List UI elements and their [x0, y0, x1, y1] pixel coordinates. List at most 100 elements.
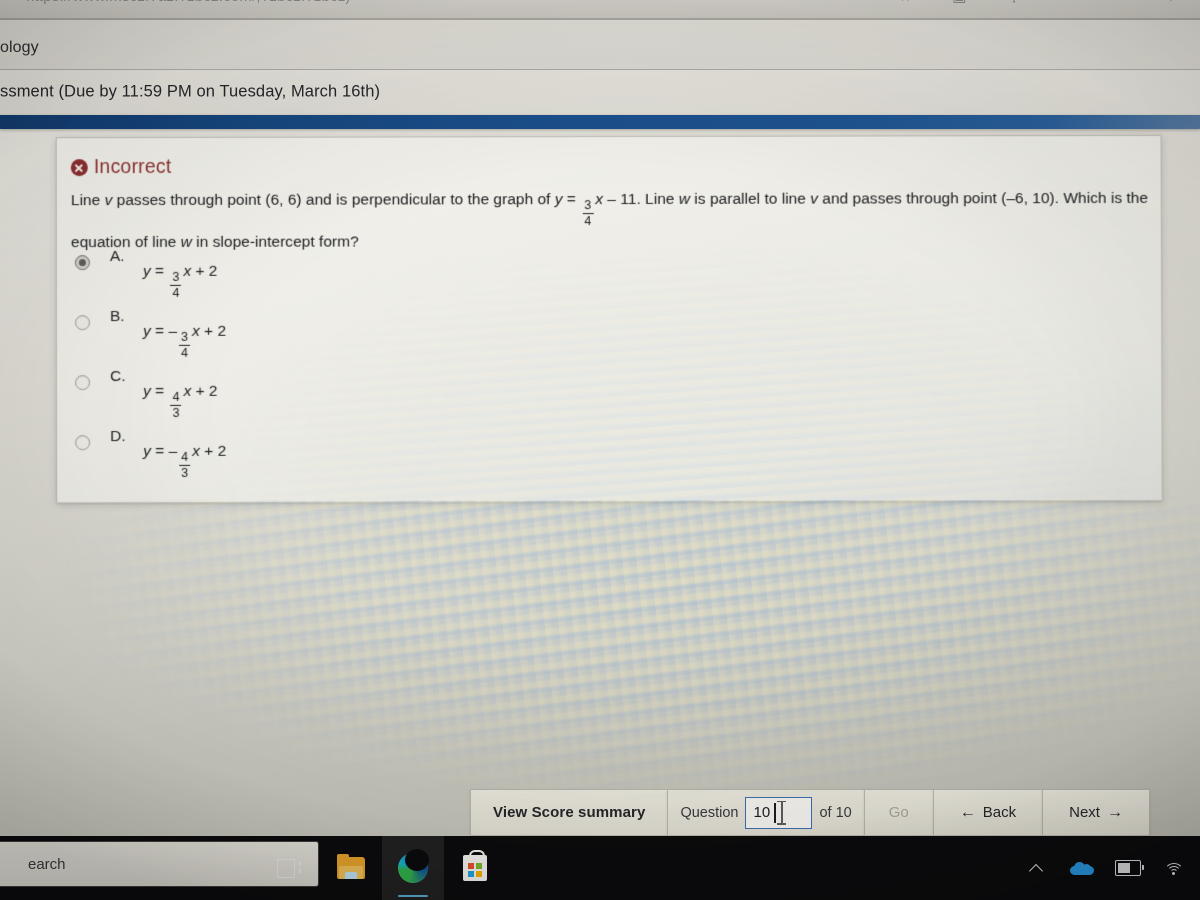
choice-equation-b: y = –3 4 x + 2 — [143, 322, 227, 360]
taskbar-item-task-view[interactable] — [258, 836, 320, 900]
go-button[interactable]: Go — [863, 789, 933, 836]
radio-button-c[interactable] — [75, 375, 91, 391]
status-label: Incorrect — [93, 155, 172, 179]
fraction-denominator: 4 — [582, 212, 594, 228]
radio-button-d[interactable] — [75, 435, 91, 451]
variable-y: y — [554, 191, 563, 209]
question-navigation-toolbar: View Score summary Question 10 of 10 Go … — [470, 789, 1150, 836]
choice-d-tail: + 2 — [199, 442, 227, 460]
choice-d-y: y — [143, 442, 151, 461]
prompt-seg-4: is parallel to line — [690, 190, 811, 208]
answer-choice-d[interactable]: D. y = –4 3 x + 2 — [71, 425, 671, 486]
choice-letter-a: A. — [109, 248, 125, 266]
question-label: Question — [680, 804, 739, 821]
radio-button-b[interactable] — [74, 315, 91, 331]
cloud-icon — [1070, 861, 1094, 875]
choice-d-sign: – — [168, 442, 178, 460]
prompt-seg-3: – 11. Line — [603, 190, 679, 209]
tray-network[interactable] — [1154, 836, 1194, 900]
choice-c-fraction: 43 — [170, 390, 182, 420]
assignment-title: ssment (Due by 11:59 PM on Tuesday, Marc… — [0, 82, 381, 101]
prompt-equals: = — [562, 191, 581, 209]
choice-equation-c: y = 43x + 2 — [143, 382, 218, 420]
choice-b-equals: = — [150, 322, 169, 340]
arrow-right-icon: → — [1106, 803, 1123, 821]
choice-a-fraction: 34 — [170, 270, 182, 300]
task-view-icon — [277, 858, 301, 878]
next-button[interactable]: Next → — [1042, 789, 1150, 836]
fraction-three-fourths: 34 — [582, 198, 594, 228]
browser-toolbar-icons[interactable]: ★ ▣ ⋮ ▭ ▭ ▸ — [899, 0, 1196, 5]
choice-b-denominator: 4 — [179, 344, 191, 360]
prompt-seg-2: passes through point (6, 6) and is perpe… — [112, 191, 555, 210]
question-picker-group: Question 10 of 10 — [667, 789, 864, 836]
choice-letter-b: B. — [109, 308, 125, 326]
variable-v-1: v — [104, 192, 113, 210]
fraction-numerator: 3 — [584, 198, 592, 213]
choice-d-denominator: 3 — [179, 464, 191, 480]
back-button-label: Back — [982, 804, 1017, 821]
choice-b-x: x — [192, 322, 200, 340]
battery-icon — [1115, 860, 1145, 876]
choice-b-fraction: 34 — [179, 330, 191, 360]
tabstrip-divider — [0, 18, 1200, 20]
tray-show-hidden-icons[interactable] — [1016, 836, 1056, 900]
browser-address-bar[interactable]: https://www.mscz.?az.?zbcz.com/,?zbcz.?z… — [0, 0, 1200, 20]
microsoft-store-icon — [463, 850, 487, 881]
status-badge: Incorrect — [70, 155, 172, 179]
choice-c-y: y — [143, 382, 151, 400]
choice-c-x: x — [183, 382, 192, 400]
address-bar-url[interactable]: https://www.mscz.?az.?zbcz.com/,?zbcz.?z… — [26, 0, 351, 5]
choice-c-denominator: 3 — [170, 404, 182, 420]
question-number-input[interactable]: 10 — [745, 796, 813, 829]
question-number-value: 10 — [753, 804, 771, 821]
answer-choice-a[interactable]: A. y = 34x + 2 — [71, 245, 671, 306]
question-card: Incorrect Line v passes through point (6… — [55, 134, 1163, 504]
next-button-label: Next — [1069, 804, 1100, 821]
error-circle-x-icon — [70, 159, 88, 177]
edge-browser-icon — [398, 849, 429, 883]
tray-battery[interactable] — [1108, 836, 1148, 900]
choice-d-numerator: 4 — [181, 450, 189, 465]
choice-b-numerator: 3 — [181, 330, 189, 345]
answer-choice-list: A. y = 34x + 2 B. y = –3 4 x + 2 C. y = 43… — [71, 245, 671, 486]
page-header-band: ology — [0, 20, 1200, 70]
blue-accent-bar — [0, 115, 1200, 129]
arrow-left-icon: ← — [959, 803, 976, 821]
chevron-up-icon — [1029, 861, 1043, 875]
answer-choice-b[interactable]: B. y = –3 4 x + 2 — [71, 305, 671, 366]
answer-choice-c[interactable]: C. y = 43x + 2 — [71, 365, 671, 426]
choice-d-x: x — [192, 442, 200, 460]
taskbar-item-microsoft-store[interactable] — [444, 836, 506, 900]
system-tray — [1016, 836, 1194, 900]
choice-c-numerator: 4 — [172, 390, 180, 405]
choice-a-equals: = — [150, 262, 169, 280]
choice-a-tail: + 2 — [191, 262, 218, 280]
taskbar-item-file-explorer[interactable] — [320, 836, 382, 900]
choice-a-y: y — [142, 262, 151, 280]
text-caret — [774, 802, 777, 823]
back-button[interactable]: ← Back — [932, 789, 1043, 836]
wifi-icon — [1164, 860, 1184, 876]
choice-b-tail: + 2 — [199, 322, 227, 340]
taskbar-app-icons — [258, 836, 506, 900]
choice-letter-d: D. — [110, 428, 126, 446]
choice-equation-d: y = –4 3 x + 2 — [143, 442, 227, 480]
question-total-label: of 10 — [819, 804, 852, 821]
variable-w-1: w — [678, 190, 691, 208]
taskbar-item-microsoft-edge[interactable] — [382, 836, 444, 900]
tray-onedrive[interactable] — [1062, 836, 1102, 900]
radio-button-a[interactable] — [74, 255, 90, 271]
assignment-header-band: ssment (Due by 11:59 PM on Tuesday, Marc… — [0, 70, 1200, 115]
view-score-summary-button[interactable]: View Score summary — [470, 789, 668, 836]
choice-d-equals: = — [150, 442, 169, 460]
folder-icon — [337, 854, 365, 879]
prompt-seg-1: Line — [70, 192, 105, 210]
choice-c-tail: + 2 — [191, 382, 218, 400]
choice-d-fraction: 43 — [179, 450, 191, 480]
choice-a-x: x — [183, 262, 192, 280]
choice-letter-c: C. — [110, 368, 126, 386]
choice-a-denominator: 4 — [170, 284, 182, 300]
ibeam-cursor-icon — [777, 800, 787, 825]
course-tab-title[interactable]: ology — [0, 39, 39, 57]
